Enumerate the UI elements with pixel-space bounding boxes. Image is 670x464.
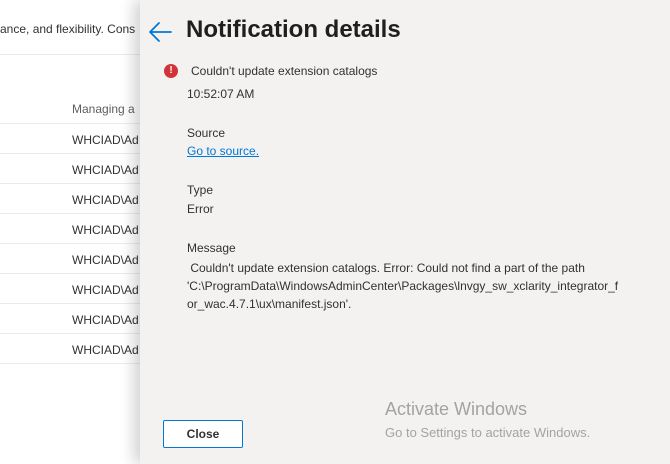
notification-time: 10:52:07 AM [187,87,255,101]
column-header-managing-as[interactable]: Managing a [72,102,135,116]
table-row[interactable]: WHCIAD\Ad [0,154,160,184]
message-line: or_wac.4.7.1\ux\manifest.json'. [187,297,352,311]
table-cell: WHCIAD\Ad [72,133,139,147]
source-label: Source [187,126,226,140]
go-to-source-link[interactable]: Go to source. [187,144,259,158]
message-text: Couldn't update extension catalogs. Erro… [187,259,619,313]
activate-windows-title: Activate Windows [385,399,528,419]
table-cell: WHCIAD\Ad [72,253,139,267]
message-line: 'C:\ProgramData\WindowsAdminCenter\Packa… [187,279,619,293]
type-value: Error [187,202,214,216]
table-cell: WHCIAD\Ad [72,313,139,327]
table-row[interactable]: WHCIAD\Ad [0,304,160,334]
table-row[interactable]: WHCIAD\Ad [0,124,160,154]
message-label: Message [187,241,236,255]
panel-title: Notification details [186,16,401,43]
notification-details-panel: Notification details ! Couldn't update e… [140,0,670,464]
table-row[interactable]: WHCIAD\Ad [0,214,160,244]
close-button[interactable]: Close [163,420,243,448]
error-icon: ! [164,64,178,78]
notification-title: Couldn't update extension catalogs [191,64,378,78]
table-cell: WHCIAD\Ad [72,193,139,207]
background-banner-text: ance, and flexibility. Cons [0,22,136,36]
divider [0,54,160,55]
table-cell: WHCIAD\Ad [72,223,139,237]
table-cell: WHCIAD\Ad [72,343,139,357]
table-row[interactable]: WHCIAD\Ad [0,184,160,214]
table-row[interactable]: WHCIAD\Ad [0,334,160,364]
table-cell: WHCIAD\Ad [72,163,139,177]
back-button[interactable] [146,18,174,46]
table-row[interactable]: WHCIAD\Ad [0,244,160,274]
activate-windows-subtitle: Go to Settings to activate Windows. [385,425,591,440]
table-row[interactable]: WHCIAD\Ad [0,274,160,304]
message-line: Couldn't update extension catalogs. Erro… [187,261,585,275]
type-label: Type [187,183,214,197]
table-cell: WHCIAD\Ad [72,283,139,297]
back-arrow-icon [149,22,172,42]
